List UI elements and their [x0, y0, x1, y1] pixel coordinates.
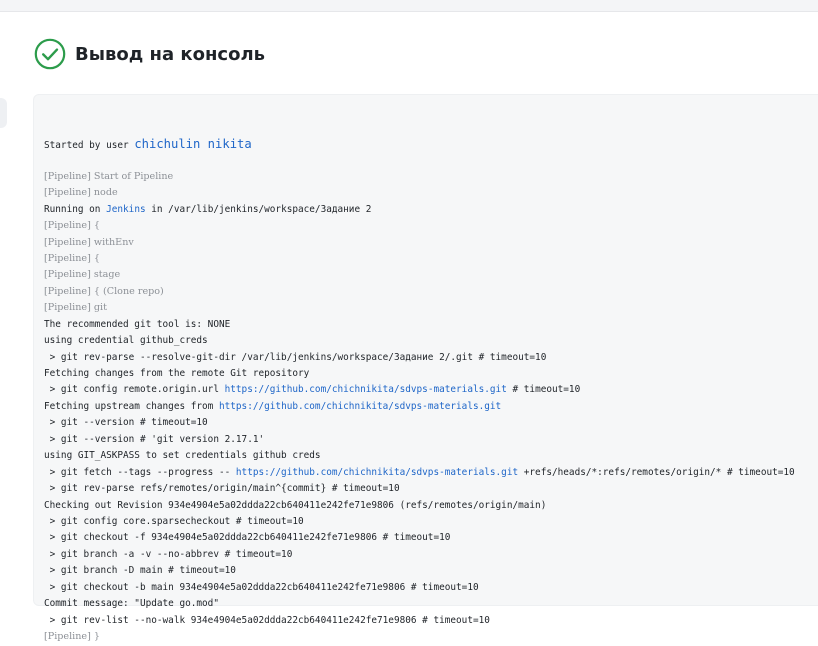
console-line: > git branch -a -v --no-abbrev # timeout…	[44, 547, 818, 563]
pipeline-step-text: [Pipeline] { (Clone repo)	[44, 285, 164, 297]
console-text: > git config remote.origin.url	[44, 384, 225, 396]
console-text: # timeout=10	[506, 384, 581, 396]
console-line: [Pipeline] node	[44, 185, 818, 201]
console-text: > git branch -D main # timeout=10	[44, 565, 236, 577]
console-line: using credential github_creds	[44, 333, 818, 349]
console-line: [Pipeline] stage	[44, 267, 818, 283]
check-circle-icon	[34, 38, 66, 70]
console-text: in /var/lib/jenkins/workspace/Задание 2	[145, 203, 372, 215]
console-line: [Pipeline] }	[44, 629, 818, 645]
user-link[interactable]: chichulin nikita	[134, 137, 251, 151]
console-line: [Pipeline] withEnv	[44, 235, 818, 251]
repo-link[interactable]: https://github.com/chichnikita/sdvps-mat…	[236, 467, 518, 478]
console-line: > git checkout -b main 934e4904e5a02ddda…	[44, 580, 818, 596]
console-line-started: Started by user chichulin nikita	[44, 136, 818, 152]
console-line: Fetching changes from the remote Git rep…	[44, 366, 818, 382]
console-line: [Pipeline] {	[44, 251, 818, 267]
console-line: Commit message: "Update go.mod"	[44, 596, 818, 612]
pipeline-step-text: [Pipeline] {	[44, 252, 100, 264]
console-line: [Pipeline] { (Clone repo)	[44, 284, 818, 300]
console-line: using GIT_ASKPASS to set credentials git…	[44, 448, 818, 464]
console-line: [Pipeline] {	[44, 218, 818, 234]
console-text: > git --version # 'git version 2.17.1'	[44, 433, 265, 445]
console-text: Commit message: "Update go.mod"	[44, 598, 219, 610]
console-text: > git rev-parse refs/remotes/origin/main…	[44, 483, 400, 495]
pipeline-step-text: [Pipeline] node	[44, 187, 118, 199]
console-text: Fetching upstream changes from	[44, 400, 219, 412]
console-text: > git checkout -b main 934e4904e5a02ddda…	[44, 581, 479, 593]
console-line: [Pipeline] Start of Pipeline	[44, 169, 818, 185]
console-output: Started by user chichulin nikita [Pipeli…	[44, 103, 818, 645]
console-line: > git branch -D main # timeout=10	[44, 563, 818, 579]
console-line: > git --version # timeout=10	[44, 415, 818, 431]
console-line: > git checkout -f 934e4904e5a02ddda22cb6…	[44, 530, 818, 546]
console-text: > git fetch --tags --progress --	[44, 466, 236, 478]
top-bar	[0, 0, 818, 12]
repo-link[interactable]: https://github.com/chichnikita/sdvps-mat…	[219, 401, 501, 412]
page-header: Вывод на консоль	[34, 38, 265, 70]
pipeline-step-text: [Pipeline] }	[44, 631, 100, 643]
console-text: > git --version # timeout=10	[44, 417, 208, 429]
console-line: > git config core.sparsecheckout # timeo…	[44, 514, 818, 530]
console-text: +refs/heads/*:refs/remotes/origin/* # ti…	[518, 466, 795, 478]
repo-link[interactable]: https://github.com/chichnikita/sdvps-mat…	[225, 384, 507, 395]
console-line: > git fetch --tags --progress -- https:/…	[44, 465, 818, 481]
console-line: > git rev-list --no-walk 934e4904e5a02dd…	[44, 613, 818, 629]
pipeline-step-text: [Pipeline] {	[44, 220, 100, 232]
console-line: Running on Jenkins in /var/lib/jenkins/w…	[44, 202, 818, 218]
console-line: > git --version # 'git version 2.17.1'	[44, 432, 818, 448]
pipeline-step-text: [Pipeline] withEnv	[44, 236, 134, 248]
console-text: > git rev-list --no-walk 934e4904e5a02dd…	[44, 614, 490, 626]
console-line: > git rev-parse refs/remotes/origin/main…	[44, 481, 818, 497]
console-text: using credential github_creds	[44, 335, 208, 347]
console-line: > git rev-parse --resolve-git-dir /var/l…	[44, 350, 818, 366]
console-line: Fetching upstream changes from https://g…	[44, 399, 818, 415]
console-line: Checking out Revision 934e4904e5a02ddda2…	[44, 498, 818, 514]
console-text: > git config core.sparsecheckout # timeo…	[44, 515, 304, 527]
console-text: Checking out Revision 934e4904e5a02ddda2…	[44, 499, 547, 511]
pipeline-step-text: [Pipeline] Start of Pipeline	[44, 170, 174, 182]
node-link[interactable]: Jenkins	[106, 204, 146, 215]
console-text: > git checkout -f 934e4904e5a02ddda22cb6…	[44, 532, 451, 544]
console-text: > git branch -a -v --no-abbrev # timeout…	[44, 548, 293, 560]
console-text: > git rev-parse --resolve-git-dir /var/l…	[44, 351, 547, 363]
console-line: [Pipeline] git	[44, 300, 818, 316]
pipeline-step-text: [Pipeline] stage	[44, 269, 121, 281]
console-line: > git config remote.origin.url https://g…	[44, 382, 818, 398]
page-title: Вывод на консоль	[75, 43, 266, 65]
console-text: using GIT_ASKPASS to set credentials git…	[44, 450, 321, 462]
console-text: The recommended git tool is: NONE	[44, 318, 231, 330]
started-by-label: Started by user	[44, 139, 135, 151]
console-text: Fetching changes from the remote Git rep…	[44, 368, 310, 380]
pipeline-step-text: [Pipeline] git	[44, 302, 107, 314]
console-text: Running on	[44, 203, 107, 215]
sidebar-collapse-tab[interactable]	[0, 98, 7, 128]
console-line: The recommended git tool is: NONE	[44, 317, 818, 333]
